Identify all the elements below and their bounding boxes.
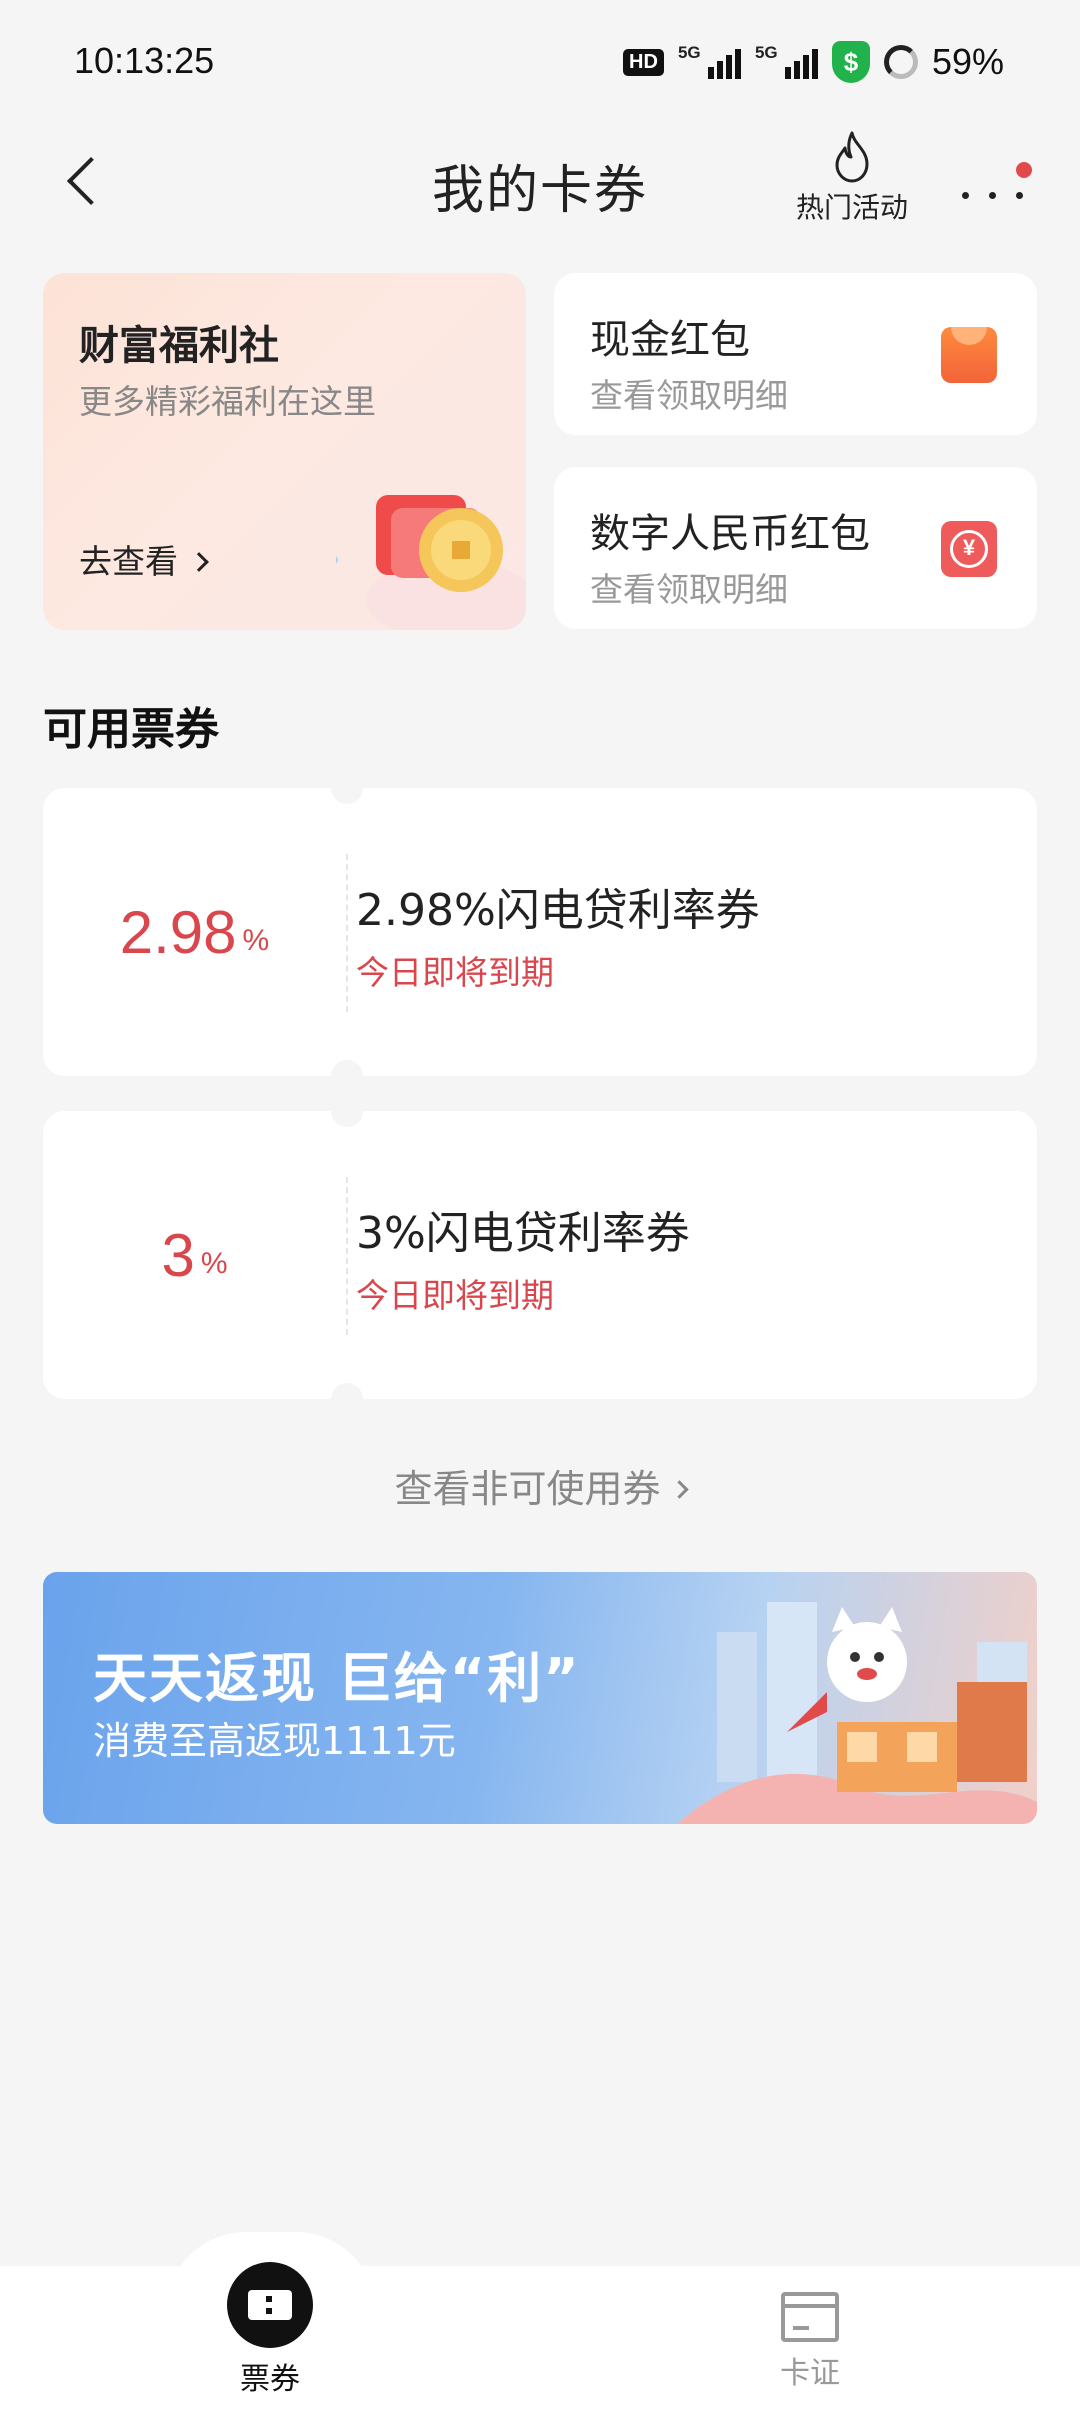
signal-icon-2: 5G xyxy=(755,43,818,79)
hot-activities-button[interactable]: 热门活动 xyxy=(782,130,922,230)
welfare-view-link[interactable]: 去查看 xyxy=(79,535,209,583)
chevron-right-icon xyxy=(669,1480,689,1499)
coupon-title: 2.98%闪电贷利率券 xyxy=(356,885,760,936)
welfare-title: 财富福利社 xyxy=(79,323,279,369)
coupon-rate-value: 2.98 xyxy=(119,898,237,966)
notification-dot xyxy=(1016,162,1032,178)
coupon-rate: 3 % xyxy=(43,1111,346,1399)
banner-title: 天天返现 巨给“利” xyxy=(93,1647,581,1710)
coupon-rate: 2.98 % xyxy=(43,788,346,1076)
coupon-rate-unit: % xyxy=(200,1247,228,1280)
status-bar: 10:13:25 HD 5G 5G $ 59% xyxy=(0,0,1080,124)
hd-icon: HD xyxy=(623,48,664,76)
tab-tickets[interactable]: 票券 xyxy=(170,2262,370,2412)
welfare-view-label: 去查看 xyxy=(79,542,178,581)
shield-dollar-icon: $ xyxy=(831,41,870,83)
tab-label: 卡证 xyxy=(780,2356,840,2391)
coupon-expire: 今日即将到期 xyxy=(356,953,554,992)
battery-icon xyxy=(883,45,918,79)
more-dots-icon xyxy=(962,192,1023,199)
welfare-subtitle: 更多精彩福利在这里 xyxy=(79,382,376,421)
tab-cards[interactable]: 卡证 xyxy=(710,2262,910,2412)
ecny-red-packet-card[interactable]: 数字人民币红包 查看领取明细 ¥ xyxy=(554,467,1037,629)
cash-red-packet-card[interactable]: 现金红包 查看领取明细 xyxy=(554,273,1037,435)
status-icons: HD 5G 5G $ 59% xyxy=(623,40,1004,84)
coupon-rate-unit: % xyxy=(242,924,270,957)
status-time: 10:13:25 xyxy=(74,40,215,81)
coupon-card[interactable]: 3 % 3%闪电贷利率券 今日即将到期 xyxy=(43,1095,1037,1415)
flame-icon xyxy=(835,131,869,183)
battery-percent: 59% xyxy=(931,41,1004,82)
mini-card-title: 现金红包 xyxy=(590,317,750,363)
chevron-right-icon xyxy=(189,552,209,572)
hot-activities-label: 热门活动 xyxy=(795,191,908,224)
mini-card-subtitle: 查看领取明细 xyxy=(590,376,788,415)
nav-bar: 我的卡券 热门活动 xyxy=(0,124,1080,234)
coupon-card[interactable]: 2.98 % 2.98%闪电贷利率券 今日即将到期 xyxy=(43,772,1037,1092)
more-button[interactable] xyxy=(956,162,1032,204)
ticket-icon xyxy=(227,2262,313,2348)
cat-mascot-illustration xyxy=(677,1602,1037,1824)
coupon-expire: 今日即将到期 xyxy=(356,1276,554,1315)
coupon-title: 3%闪电贷利率券 xyxy=(356,1208,690,1259)
promo-banner[interactable]: 天天返现 巨给“利” 消费至高返现1111元 xyxy=(43,1572,1037,1824)
mini-card-title: 数字人民币红包 xyxy=(590,511,870,557)
coupon-rate-value: 3 xyxy=(161,1221,195,1289)
red-packet-icon xyxy=(941,327,997,383)
welfare-card[interactable]: 财富福利社 更多精彩福利在这里 去查看 xyxy=(43,273,526,630)
view-unusable-label: 查看非可使用券 xyxy=(394,1467,661,1511)
mini-card-subtitle: 查看领取明细 xyxy=(590,570,788,609)
tab-label: 票券 xyxy=(240,2362,300,2397)
coupon-divider xyxy=(346,1177,348,1335)
bottom-tab-bar xyxy=(0,2266,1080,2412)
view-unusable-link[interactable]: 查看非可使用券 xyxy=(0,1458,1080,1513)
banner-subtitle: 消费至高返现1111元 xyxy=(93,1719,456,1763)
coupon-divider xyxy=(346,854,348,1012)
card-icon xyxy=(781,2292,839,2342)
gift-coin-illustration xyxy=(336,495,526,630)
ecny-icon: ¥ xyxy=(941,521,997,577)
section-title: 可用票券 xyxy=(43,704,219,755)
signal-icon: 5G xyxy=(678,43,741,79)
